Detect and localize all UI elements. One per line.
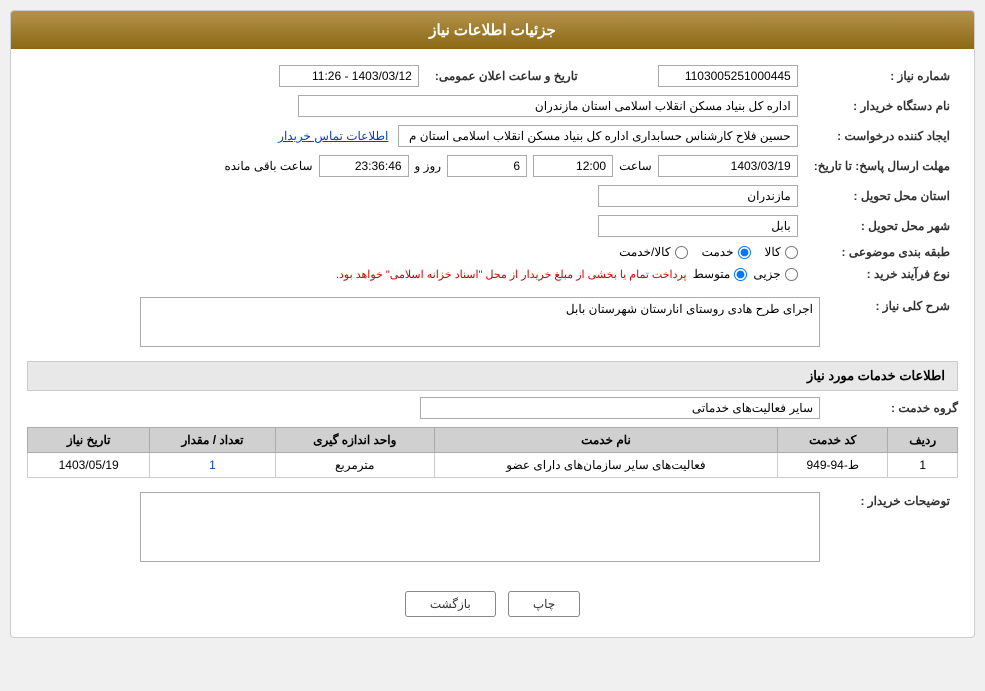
tabaqe-label: طبقه بندی موضوعی :: [806, 241, 958, 263]
col-header-0: ردیف: [888, 428, 958, 453]
motavaset-option[interactable]: متوسط: [693, 267, 748, 281]
ostan-value: مازندران: [598, 185, 798, 207]
tarikh-elan-label: تاریخ و ساعت اعلان عمومی:: [427, 61, 586, 91]
col-header-3: واحد اندازه گیری: [275, 428, 434, 453]
motavaset-radio[interactable]: [734, 268, 747, 281]
ostan-label: استان محل تحویل :: [806, 181, 958, 211]
shahr-label: شهر محل تحویل :: [806, 211, 958, 241]
tozihat-textarea[interactable]: [140, 492, 820, 562]
tabaqe-kala-khedmat-option[interactable]: کالا/خدمت: [619, 245, 687, 259]
tozihat-label: توضیحات خریدار :: [828, 488, 958, 569]
grohe-khedmat-label: گروه خدمت :: [828, 401, 958, 415]
namDastgah-value: اداره کل بنیاد مسکن انقلاب اسلامی استان …: [298, 95, 798, 117]
shomareNiaz-value: 1103005251000445: [658, 65, 798, 87]
col-header-1: کد خدمت: [778, 428, 888, 453]
khadamat-section-header: اطلاعات خدمات مورد نیاز: [27, 361, 958, 391]
page-header: جزئیات اطلاعات نیاز: [11, 11, 974, 49]
jazzi-radio[interactable]: [785, 268, 798, 281]
jazzi-option[interactable]: جزیی: [753, 267, 797, 281]
ijadKonande-label: ایجاد کننده درخواست :: [806, 121, 958, 151]
table-row: 1ط-94-949فعالیت‌های سایر سازمان‌های دارا…: [28, 453, 958, 478]
tabaqe-khedmat-option[interactable]: خدمت: [702, 245, 751, 259]
mohlat-label: مهلت ارسال پاسخ: تا تاریخ:: [806, 151, 958, 181]
rooz-label: روز و: [415, 159, 442, 173]
saat-label: ساعت: [619, 159, 652, 173]
ijadKonande-value: حسین فلاح کارشناس حسابداری اداره کل بنیا…: [398, 125, 798, 147]
table-cell-0-4: 1: [150, 453, 275, 478]
rooz-value: 6: [447, 155, 527, 177]
etelaat-link[interactable]: اطلاعات تماس خریدار: [278, 129, 388, 143]
back-button[interactable]: بازگشت: [405, 591, 496, 617]
farayand-note: پرداخت تمام یا بخشی از مبلغ خریدار از مح…: [336, 268, 687, 281]
table-cell-0-3: مترمربع: [275, 453, 434, 478]
tarikh-value: 1403/03/19: [658, 155, 798, 177]
table-cell-0-5: 1403/05/19: [28, 453, 150, 478]
mande-value: 23:36:46: [319, 155, 409, 177]
shomareNiaz-label: شماره نیاز :: [806, 61, 958, 91]
grohe-khedmat-value: سایر فعالیت‌های خدماتی: [420, 397, 820, 419]
tabaqe-kala-radio[interactable]: [785, 246, 798, 259]
table-cell-0-1: ط-94-949: [778, 453, 888, 478]
saat-value: 12:00: [533, 155, 613, 177]
col-header-5: تاریخ نیاز: [28, 428, 150, 453]
tabaqe-kala-khedmat-radio[interactable]: [675, 246, 688, 259]
col-header-2: نام خدمت: [434, 428, 777, 453]
namDastgah-label: نام دستگاه خریدار :: [806, 91, 958, 121]
tabaqe-kala-khedmat-label: کالا/خدمت: [619, 245, 670, 259]
table-cell-0-0: 1: [888, 453, 958, 478]
mande-label: ساعت باقی مانده: [224, 159, 312, 173]
sharh-value: اجرای طرح هادی روستای انارستان شهرستان ب…: [140, 297, 820, 347]
tabaqe-kala-option[interactable]: کالا: [765, 245, 798, 259]
table-cell-0-2: فعالیت‌های سایر سازمان‌های دارای عضو: [434, 453, 777, 478]
tabaqe-khedmat-radio[interactable]: [738, 246, 751, 259]
print-button[interactable]: چاپ: [508, 591, 580, 617]
tarikh-elan-value: 1403/03/12 - 11:26: [279, 65, 419, 87]
services-table: ردیفکد خدمتنام خدمتواحد اندازه گیریتعداد…: [27, 427, 958, 478]
sharh-label: شرح کلی نیاز :: [828, 293, 958, 351]
tabaqe-khedmat-label: خدمت: [702, 245, 734, 259]
noeFarayand-label: نوع فرآیند خرید :: [806, 263, 958, 285]
tabaqe-kala-label: کالا: [765, 245, 781, 259]
jazzi-label: جزیی: [753, 267, 780, 281]
shahr-value: بابل: [598, 215, 798, 237]
motavaset-label: متوسط: [693, 267, 731, 281]
col-header-4: تعداد / مقدار: [150, 428, 275, 453]
